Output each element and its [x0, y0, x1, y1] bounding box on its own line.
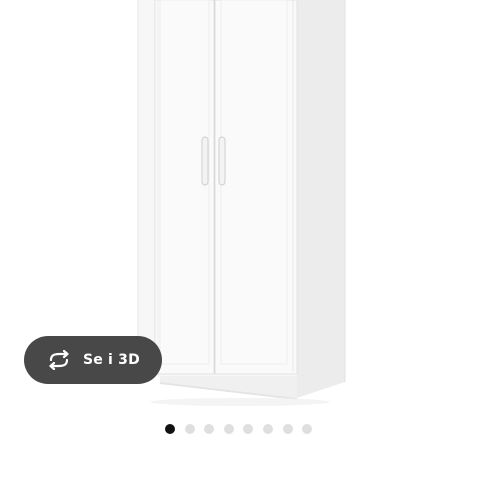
carousel-dot[interactable] — [302, 424, 313, 434]
carousel-dot[interactable] — [223, 424, 234, 434]
carousel-dot[interactable] — [262, 424, 273, 434]
carousel-pagination — [165, 424, 313, 434]
view-in-3d-button[interactable]: Se i 3D — [24, 336, 162, 384]
carousel-dot[interactable] — [282, 424, 293, 434]
carousel-dot[interactable] — [184, 424, 195, 434]
carousel-dot[interactable] — [204, 424, 215, 434]
carousel-dot[interactable] — [243, 424, 254, 434]
product-gallery: Se i 3D — [0, 0, 480, 480]
rotate-360-icon — [44, 348, 74, 372]
carousel-dot[interactable] — [165, 424, 175, 434]
view-in-3d-label: Se i 3D — [83, 352, 140, 368]
